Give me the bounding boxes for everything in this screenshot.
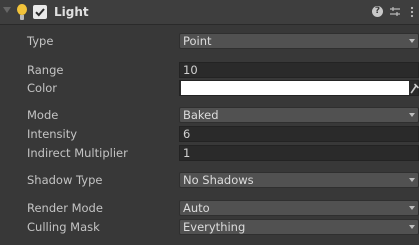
range-value: 10 bbox=[183, 63, 198, 77]
intensity-label: Intensity bbox=[27, 127, 78, 141]
render-mode-dropdown[interactable]: Auto bbox=[179, 200, 419, 216]
intensity-input[interactable]: 6 bbox=[179, 126, 419, 142]
indirect-multiplier-value: 1 bbox=[183, 146, 191, 160]
help-icon[interactable]: ? bbox=[372, 6, 383, 17]
color-swatch[interactable] bbox=[181, 81, 409, 95]
range-row: Range 10 bbox=[0, 62, 419, 79]
type-value: Point bbox=[183, 34, 212, 48]
enabled-checkbox[interactable] bbox=[33, 5, 47, 19]
render-mode-label: Render Mode bbox=[27, 201, 103, 215]
light-bulb-icon bbox=[17, 4, 27, 21]
mode-row: Mode Baked bbox=[0, 107, 419, 124]
presets-icon[interactable] bbox=[389, 6, 401, 18]
intensity-value: 6 bbox=[183, 127, 191, 141]
mode-dropdown[interactable]: Baked bbox=[179, 107, 419, 123]
shadow-type-value: No Shadows bbox=[183, 173, 254, 187]
range-input[interactable]: 10 bbox=[179, 62, 419, 78]
color-label: Color bbox=[27, 81, 58, 95]
culling-mask-row: Culling Mask Everything bbox=[0, 219, 419, 236]
intensity-row: Intensity 6 bbox=[0, 126, 419, 143]
dropdown-arrow-icon bbox=[409, 206, 415, 210]
type-row: Type Point bbox=[0, 33, 419, 50]
culling-mask-value: Everything bbox=[183, 220, 246, 234]
mode-label: Mode bbox=[27, 108, 59, 122]
foldout-triangle-icon[interactable] bbox=[3, 7, 11, 13]
eyedropper-icon[interactable] bbox=[410, 82, 419, 94]
shadow-type-dropdown[interactable]: No Shadows bbox=[179, 172, 419, 188]
shadow-type-row: Shadow Type No Shadows bbox=[0, 172, 419, 189]
render-mode-row: Render Mode Auto bbox=[0, 200, 419, 217]
shadow-type-label: Shadow Type bbox=[27, 173, 103, 187]
culling-mask-dropdown[interactable]: Everything bbox=[179, 219, 419, 235]
color-row: Color bbox=[0, 80, 419, 97]
dropdown-arrow-icon bbox=[409, 39, 415, 43]
culling-mask-label: Culling Mask bbox=[27, 220, 100, 234]
dropdown-arrow-icon bbox=[409, 113, 415, 117]
indirect-multiplier-row: Indirect Multiplier 1 bbox=[0, 145, 419, 162]
type-dropdown[interactable]: Point bbox=[179, 33, 419, 49]
light-inspector-panel: Light ? Type Point Range 10 Color Mode B… bbox=[0, 0, 419, 245]
dropdown-arrow-icon bbox=[409, 178, 415, 182]
dropdown-arrow-icon bbox=[409, 225, 415, 229]
type-label: Type bbox=[27, 34, 54, 48]
indirect-multiplier-label: Indirect Multiplier bbox=[27, 146, 128, 160]
indirect-multiplier-input[interactable]: 1 bbox=[179, 145, 419, 161]
context-menu-icon[interactable] bbox=[410, 6, 414, 18]
component-header[interactable]: Light ? bbox=[0, 0, 419, 25]
range-label: Range bbox=[27, 63, 64, 77]
mode-value: Baked bbox=[183, 108, 219, 122]
component-title: Light bbox=[54, 5, 89, 19]
render-mode-value: Auto bbox=[183, 201, 210, 215]
